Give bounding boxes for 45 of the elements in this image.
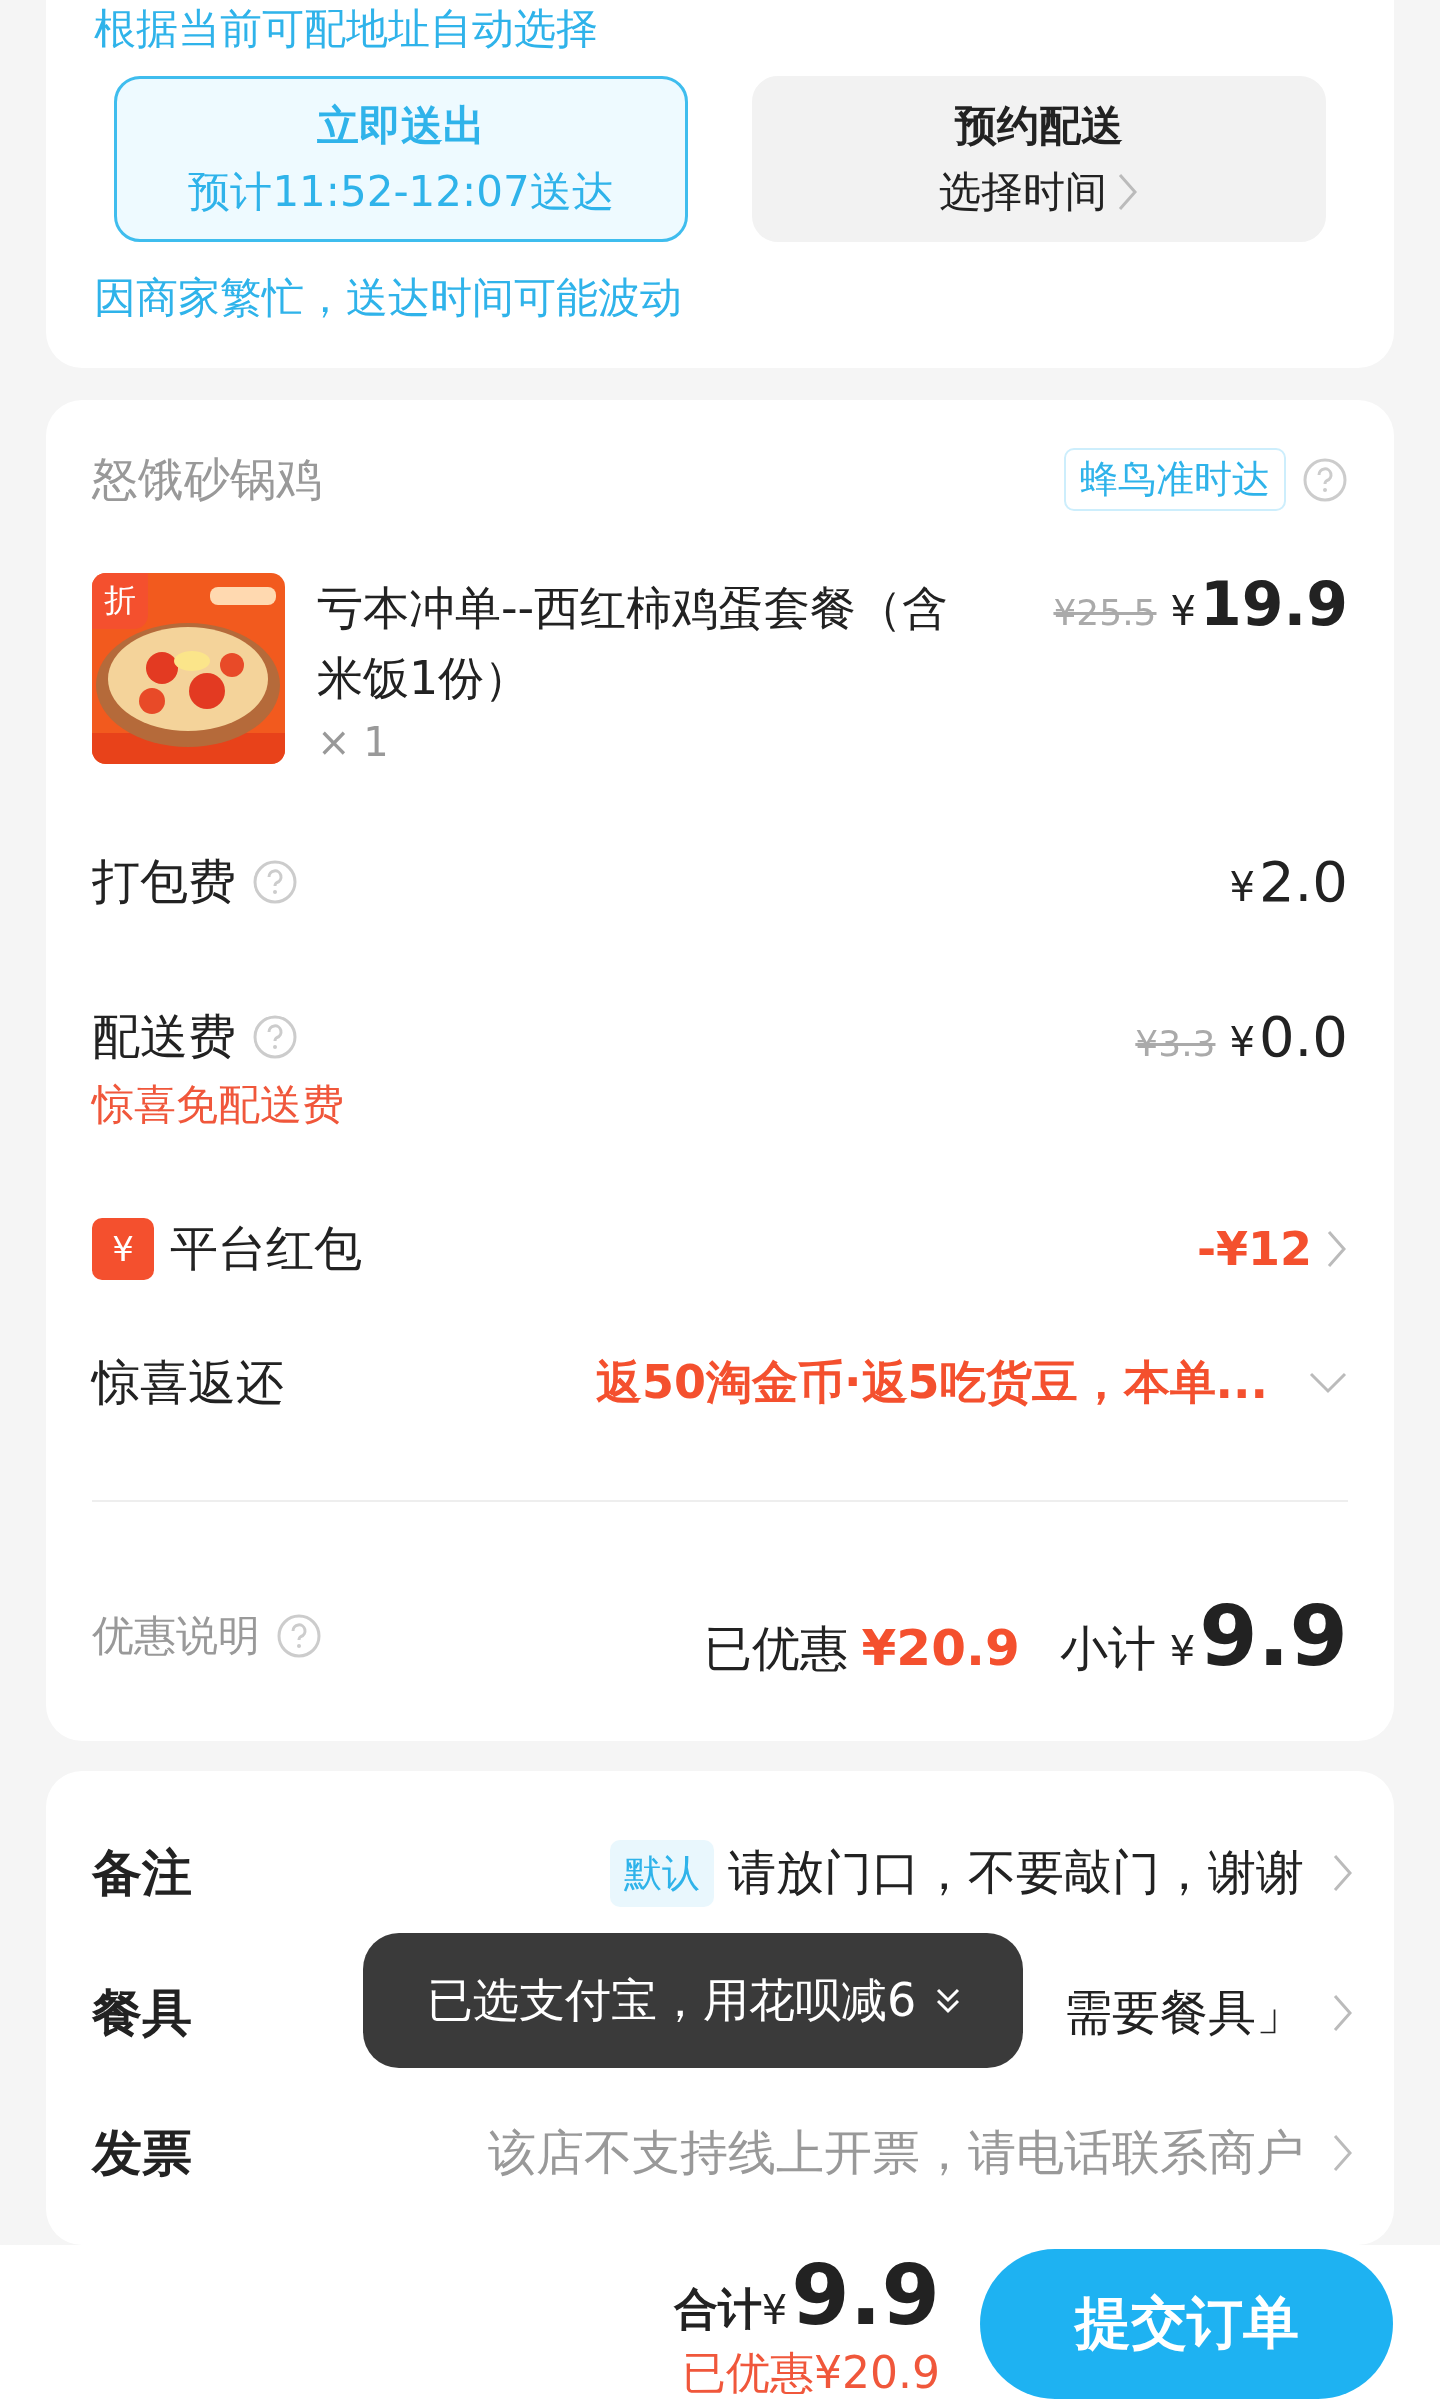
saved-label: 已优惠 xyxy=(703,1619,848,1678)
fee-label: 打包费 xyxy=(92,851,236,911)
coupon-value: -¥12 xyxy=(1196,1222,1312,1276)
fee-note: 惊喜免配送费 xyxy=(92,1079,345,1131)
coupon-icon: ¥ xyxy=(92,1218,154,1280)
delivery-hint: 根据当前可配地址自动选择 xyxy=(94,3,599,55)
subtotal-label: 小计 xyxy=(1059,1619,1156,1678)
coupon-label: 平台红包 xyxy=(170,1219,362,1278)
row-label: 餐具 xyxy=(92,1982,192,2044)
row-label: 备注 xyxy=(92,1842,192,1904)
row-label: 发票 xyxy=(92,2122,192,2184)
option-detail: 选择时间 xyxy=(939,166,1107,218)
item-price: 19.9 xyxy=(1199,569,1348,639)
total-saved: 已优惠¥20.9 xyxy=(682,2345,940,2400)
option-detail: 预计11:52-12:07送达 xyxy=(188,166,614,218)
row-value: 请放门口，不要敲门，谢谢 xyxy=(728,1843,1304,1902)
option-title: 预约配送 xyxy=(955,100,1123,152)
discount-info-label: 优惠说明 xyxy=(92,1610,260,1662)
delivery-badge: 蜂鸟准时达 xyxy=(1064,448,1286,511)
fee-value: 0.0 xyxy=(1258,1004,1348,1069)
original-fee: ¥3.3 xyxy=(1135,1023,1216,1064)
currency-sign: ¥ xyxy=(1170,588,1196,634)
discount-tag: 折 xyxy=(92,573,148,629)
toast-text: 已选支付宝，用花呗减6 xyxy=(427,1971,917,2029)
total-value: 9.9 xyxy=(791,2245,940,2344)
fee-value: 2.0 xyxy=(1258,849,1348,914)
store-name: 怒饿砂锅鸡 xyxy=(92,450,322,508)
total-label: 合计 xyxy=(673,2281,762,2336)
currency-sign: ¥ xyxy=(761,2286,788,2333)
row-value: 该店不支持线上开票，请电话联系商户 xyxy=(488,2123,1304,2182)
fee-label: 配送费 xyxy=(92,1006,236,1066)
saved-amount: ¥20.9 xyxy=(861,1619,1020,1677)
item-quantity: × 1 xyxy=(317,719,390,765)
option-title: 立即送出 xyxy=(317,100,485,152)
rebate-value: 返50淘金币·返5吃货豆，本单... xyxy=(596,1354,1268,1411)
subtotal-value: 9.9 xyxy=(1199,1587,1348,1685)
currency-sign: ¥ xyxy=(1229,1019,1255,1065)
row-value: 需要餐具」 xyxy=(1064,1983,1304,2042)
item-name: 亏本冲单--西红柿鸡蛋套餐（含米饭1份） xyxy=(317,580,950,707)
default-tag: 默认 xyxy=(610,1839,714,1907)
delivery-notice: 因商家繁忙，送达时间可能波动 xyxy=(94,272,683,324)
rebate-label: 惊喜返还 xyxy=(92,1353,284,1412)
currency-sign: ¥ xyxy=(1229,864,1255,910)
currency-sign: ¥ xyxy=(1169,1628,1196,1674)
original-price: ¥25.5 xyxy=(1053,592,1157,633)
